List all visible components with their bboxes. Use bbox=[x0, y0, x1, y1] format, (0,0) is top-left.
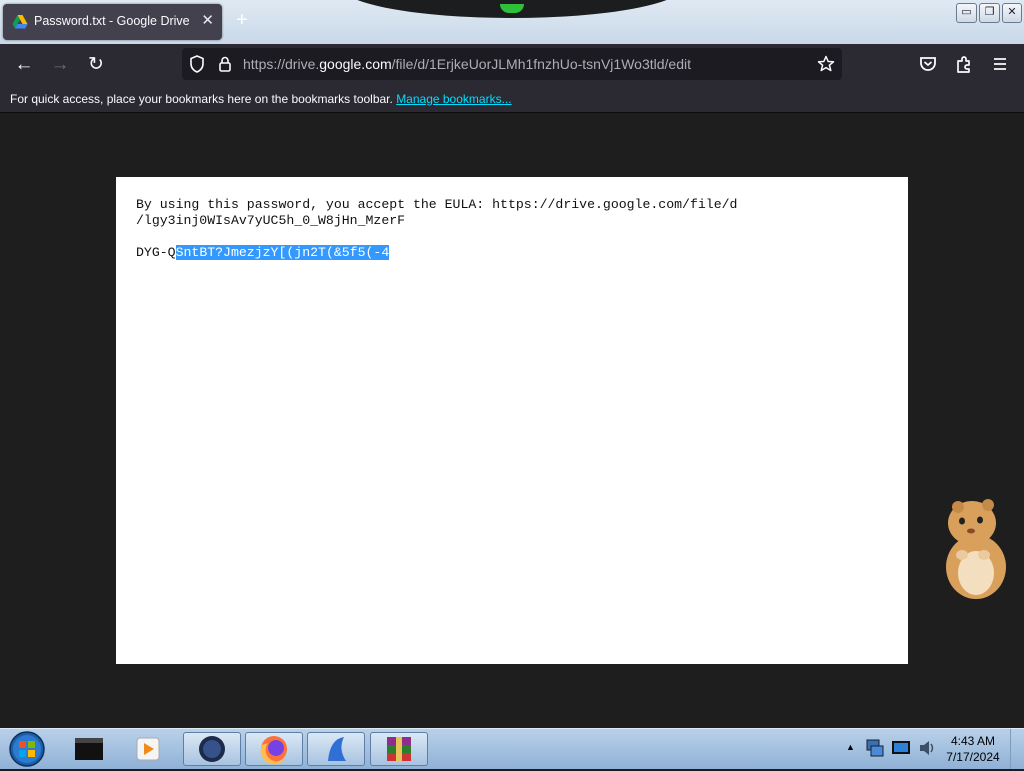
manage-bookmarks-link[interactable]: Manage bookmarks... bbox=[396, 92, 511, 106]
url-bar[interactable]: https://drive.google.com/file/d/1ErjkeUo… bbox=[182, 48, 842, 80]
display-icon[interactable] bbox=[890, 737, 912, 759]
taskbar: ▲ 4:43 AM 7/17/2024 bbox=[0, 728, 1024, 769]
network-icon[interactable] bbox=[864, 737, 886, 759]
shield-icon[interactable] bbox=[187, 54, 207, 74]
new-tab-button[interactable]: + bbox=[236, 9, 248, 32]
back-button[interactable]: ← bbox=[11, 52, 37, 78]
winrar-icon bbox=[387, 737, 411, 761]
menu-icon[interactable] bbox=[988, 52, 1012, 76]
url-domain: google.com bbox=[319, 56, 392, 72]
google-drive-icon bbox=[12, 15, 28, 29]
taskbar-firefox[interactable] bbox=[245, 732, 303, 766]
eula-line-2: /lgy3inj0WIsAv7yUC5h_0_W8jHn_MzerF bbox=[136, 213, 406, 228]
bookmarks-hint: For quick access, place your bookmarks h… bbox=[10, 92, 512, 106]
clock-time: 4:43 AM bbox=[950, 734, 996, 748]
tab-strip: Password.txt - Google Drive ✕ + ▭ ❐ ✕ bbox=[0, 0, 1024, 44]
page-content: By using this password, you accept the E… bbox=[0, 113, 1024, 728]
browser-tab[interactable]: Password.txt - Google Drive ✕ bbox=[3, 4, 222, 40]
media-player-icon bbox=[136, 737, 160, 761]
lock-icon[interactable] bbox=[215, 54, 235, 74]
terminal-icon bbox=[75, 738, 103, 760]
pocket-icon[interactable] bbox=[916, 52, 940, 76]
show-hidden-icons-button[interactable]: ▲ bbox=[846, 742, 855, 752]
taskbar-app-launcher[interactable] bbox=[307, 732, 365, 766]
document-text[interactable]: By using this password, you accept the E… bbox=[136, 197, 737, 261]
wallpaper-notch bbox=[340, 0, 684, 18]
clock-date: 7/17/2024 bbox=[946, 750, 1000, 764]
extensions-icon[interactable] bbox=[952, 52, 976, 76]
url-text[interactable]: https://drive.google.com/file/d/1ErjkeUo… bbox=[243, 56, 691, 72]
firefox-icon bbox=[260, 736, 287, 765]
start-button-icon[interactable] bbox=[7, 730, 47, 768]
password-prefix: DYG-Q bbox=[136, 245, 176, 260]
forward-button[interactable]: → bbox=[47, 52, 73, 78]
taskbar-terminal[interactable] bbox=[60, 732, 118, 766]
volume-icon[interactable] bbox=[916, 737, 938, 759]
taskbar-winamp[interactable] bbox=[183, 732, 241, 766]
url-suffix: /file/d/1ErjkeUorJLMh1fnzhUo-tsnVj1Wo3tl… bbox=[391, 56, 691, 72]
restore-button[interactable]: ❐ bbox=[979, 3, 1000, 23]
taskbar-media-player[interactable] bbox=[120, 732, 178, 766]
tab-close-button[interactable]: ✕ bbox=[201, 12, 214, 30]
reload-button[interactable]: ↻ bbox=[83, 52, 109, 78]
globe-app-icon bbox=[199, 736, 225, 762]
show-desktop-button[interactable] bbox=[1010, 729, 1024, 769]
hamster-sticker bbox=[946, 499, 1006, 599]
taskbar-winrar[interactable] bbox=[370, 732, 428, 766]
notch-indicator bbox=[500, 4, 524, 13]
bookmarks-toolbar: For quick access, place your bookmarks h… bbox=[0, 85, 1024, 113]
taskbar-clock[interactable]: 4:43 AM 7/17/2024 bbox=[938, 733, 1008, 765]
launcher-icon bbox=[328, 737, 346, 761]
tab-title: Password.txt - Google Drive bbox=[34, 14, 190, 28]
navigation-bar: ← → ↻ https://drive.google.com/file/d/1E… bbox=[0, 44, 1024, 85]
bookmarks-hint-text: For quick access, place your bookmarks h… bbox=[10, 92, 397, 106]
text-document-preview[interactable]: By using this password, you accept the E… bbox=[116, 177, 908, 664]
bookmark-star-icon[interactable] bbox=[816, 54, 836, 74]
password-selected-text[interactable]: SntBT?JmezjzY[(jn2T(&5f5(-4 bbox=[175, 245, 390, 260]
minimize-button[interactable]: ▭ bbox=[956, 3, 977, 23]
url-prefix: https://drive. bbox=[243, 56, 320, 72]
eula-line-1: By using this password, you accept the E… bbox=[136, 197, 738, 212]
window-close-button[interactable]: ✕ bbox=[1002, 3, 1022, 23]
